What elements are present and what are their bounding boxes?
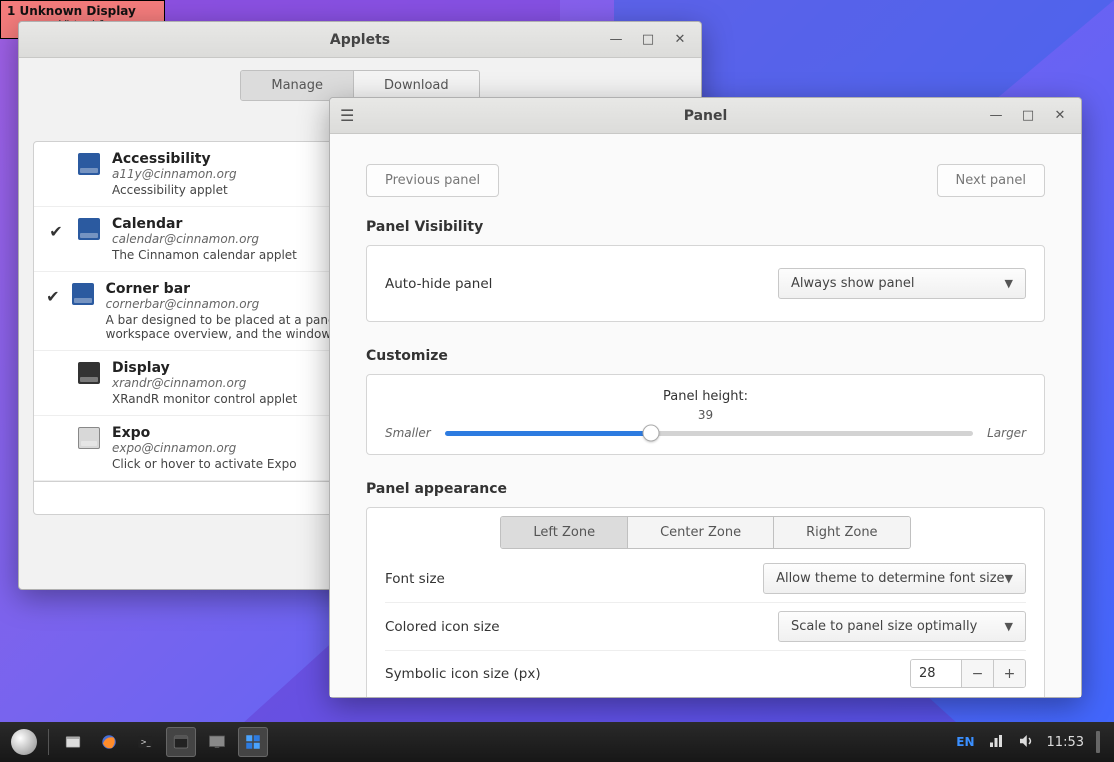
autohide-combo[interactable]: Always show panel ▼ <box>778 268 1026 299</box>
applet-package: expo@cinnamon.org <box>112 441 297 455</box>
panel-scroll-area[interactable]: Previous panel Next panel Panel Visibili… <box>330 134 1081 697</box>
show-desktop-button[interactable] <box>202 727 232 757</box>
enabled-check <box>46 151 66 157</box>
firefox-icon <box>100 733 118 751</box>
applet-icon <box>78 427 100 449</box>
tab-center-zone[interactable]: Center Zone <box>627 517 773 548</box>
colored-icon-value: Scale to panel size optimally <box>791 619 977 634</box>
larger-label: Larger <box>987 426 1026 440</box>
panel-window: ☰ Panel — □ ✕ Previous panel Next panel … <box>329 97 1082 698</box>
applet-icon <box>78 218 100 240</box>
customize-card: Panel height: 39 Smaller Larger <box>366 374 1045 455</box>
maximize-button[interactable]: □ <box>1019 107 1037 125</box>
enabled-check: ✔ <box>46 216 66 241</box>
symbolic-icon-input[interactable] <box>911 660 961 687</box>
tab-left-zone[interactable]: Left Zone <box>501 517 627 548</box>
autohide-label: Auto-hide panel <box>385 276 492 292</box>
colored-icon-combo[interactable]: Scale to panel size optimally ▼ <box>778 611 1026 642</box>
panel-settings-icon <box>244 733 262 751</box>
symbolic-icon-spin: − + <box>910 659 1026 688</box>
svg-text:>_: >_ <box>141 737 151 746</box>
panel-title: Panel <box>330 108 1081 124</box>
chevron-down-icon: ▼ <box>1005 572 1013 585</box>
applet-name: Calendar <box>112 216 297 232</box>
spin-decrement[interactable]: − <box>961 660 993 687</box>
files-launcher[interactable] <box>58 727 88 757</box>
clock[interactable]: 11:53 <box>1047 735 1084 750</box>
colored-icon-label: Colored icon size <box>385 619 500 635</box>
height-slider[interactable] <box>445 431 973 436</box>
hamburger-icon[interactable]: ☰ <box>340 106 354 125</box>
applet-description: The Cinnamon calendar applet <box>112 248 297 262</box>
tab-right-zone[interactable]: Right Zone <box>773 517 909 548</box>
applet-name: Accessibility <box>112 151 237 167</box>
keyboard-layout-indicator[interactable]: EN <box>956 735 974 749</box>
volume-icon[interactable] <box>1017 732 1035 753</box>
window-icon <box>172 733 190 751</box>
applet-icon <box>78 153 100 175</box>
applet-package: a11y@cinnamon.org <box>112 167 237 181</box>
visibility-card: Auto-hide panel Always show panel ▼ <box>366 245 1045 322</box>
applet-package: calendar@cinnamon.org <box>112 232 297 246</box>
next-panel-button[interactable]: Next panel <box>937 164 1045 197</box>
desktop-icon <box>208 733 226 751</box>
applet-description: Click or hover to activate Expo <box>112 457 297 471</box>
display-badge-title: 1 Unknown Display <box>7 4 158 18</box>
previous-panel-button[interactable]: Previous panel <box>366 164 499 197</box>
network-icon[interactable] <box>987 732 1005 753</box>
close-button[interactable]: ✕ <box>1051 107 1069 125</box>
applet-icon <box>72 283 94 305</box>
smaller-label: Smaller <box>385 426 431 440</box>
enabled-check <box>46 425 66 431</box>
chevron-down-icon: ▼ <box>1005 277 1013 290</box>
font-size-combo[interactable]: Allow theme to determine font size ▼ <box>763 563 1026 594</box>
applet-description: XRandR monitor control applet <box>112 392 297 406</box>
spin-increment[interactable]: + <box>993 660 1025 687</box>
slider-thumb[interactable] <box>642 425 659 442</box>
tab-manage[interactable]: Manage <box>241 71 353 100</box>
panel-titlebar[interactable]: ☰ Panel — □ ✕ <box>330 98 1081 134</box>
maximize-button[interactable]: □ <box>639 31 657 49</box>
taskbar: >_ EN 11:53 <box>0 722 1114 762</box>
applet-package: xrandr@cinnamon.org <box>112 376 297 390</box>
taskbar-item-panel[interactable] <box>238 727 268 757</box>
font-size-label: Font size <box>385 571 445 587</box>
chevron-down-icon: ▼ <box>1005 620 1013 633</box>
terminal-icon: >_ <box>136 733 154 751</box>
panel-height-value: 39 <box>385 408 1026 422</box>
separator <box>48 729 49 755</box>
section-customize: Customize <box>366 348 1045 364</box>
system-tray: EN 11:53 <box>956 731 1108 753</box>
applet-description: Accessibility applet <box>112 183 237 197</box>
taskbar-item-applets[interactable] <box>166 727 196 757</box>
start-menu-button[interactable] <box>9 727 39 757</box>
section-visibility: Panel Visibility <box>366 219 1045 235</box>
applet-name: Expo <box>112 425 297 441</box>
section-appearance: Panel appearance <box>366 481 1045 497</box>
applet-name: Display <box>112 360 297 376</box>
appearance-card: Left Zone Center Zone Right Zone Font si… <box>366 507 1045 697</box>
tab-download[interactable]: Download <box>353 71 479 100</box>
close-button[interactable]: ✕ <box>671 31 689 49</box>
applet-icon <box>78 362 100 384</box>
enabled-check <box>46 360 66 366</box>
firefox-launcher[interactable] <box>94 727 124 757</box>
autohide-value: Always show panel <box>791 276 915 291</box>
minimize-button[interactable]: — <box>607 31 625 49</box>
font-size-value: Allow theme to determine font size <box>776 571 1004 586</box>
panel-height-label: Panel height: <box>385 389 1026 404</box>
applets-titlebar[interactable]: Applets — □ ✕ <box>19 22 701 58</box>
tray-handle[interactable] <box>1096 731 1100 753</box>
mint-logo-icon <box>11 729 37 755</box>
minimize-button[interactable]: — <box>987 107 1005 125</box>
enabled-check: ✔ <box>46 281 60 306</box>
symbolic-icon-label: Symbolic icon size (px) <box>385 666 541 682</box>
zone-tabs: Left Zone Center Zone Right Zone <box>385 516 1026 549</box>
terminal-launcher[interactable]: >_ <box>130 727 160 757</box>
files-icon <box>64 733 82 751</box>
